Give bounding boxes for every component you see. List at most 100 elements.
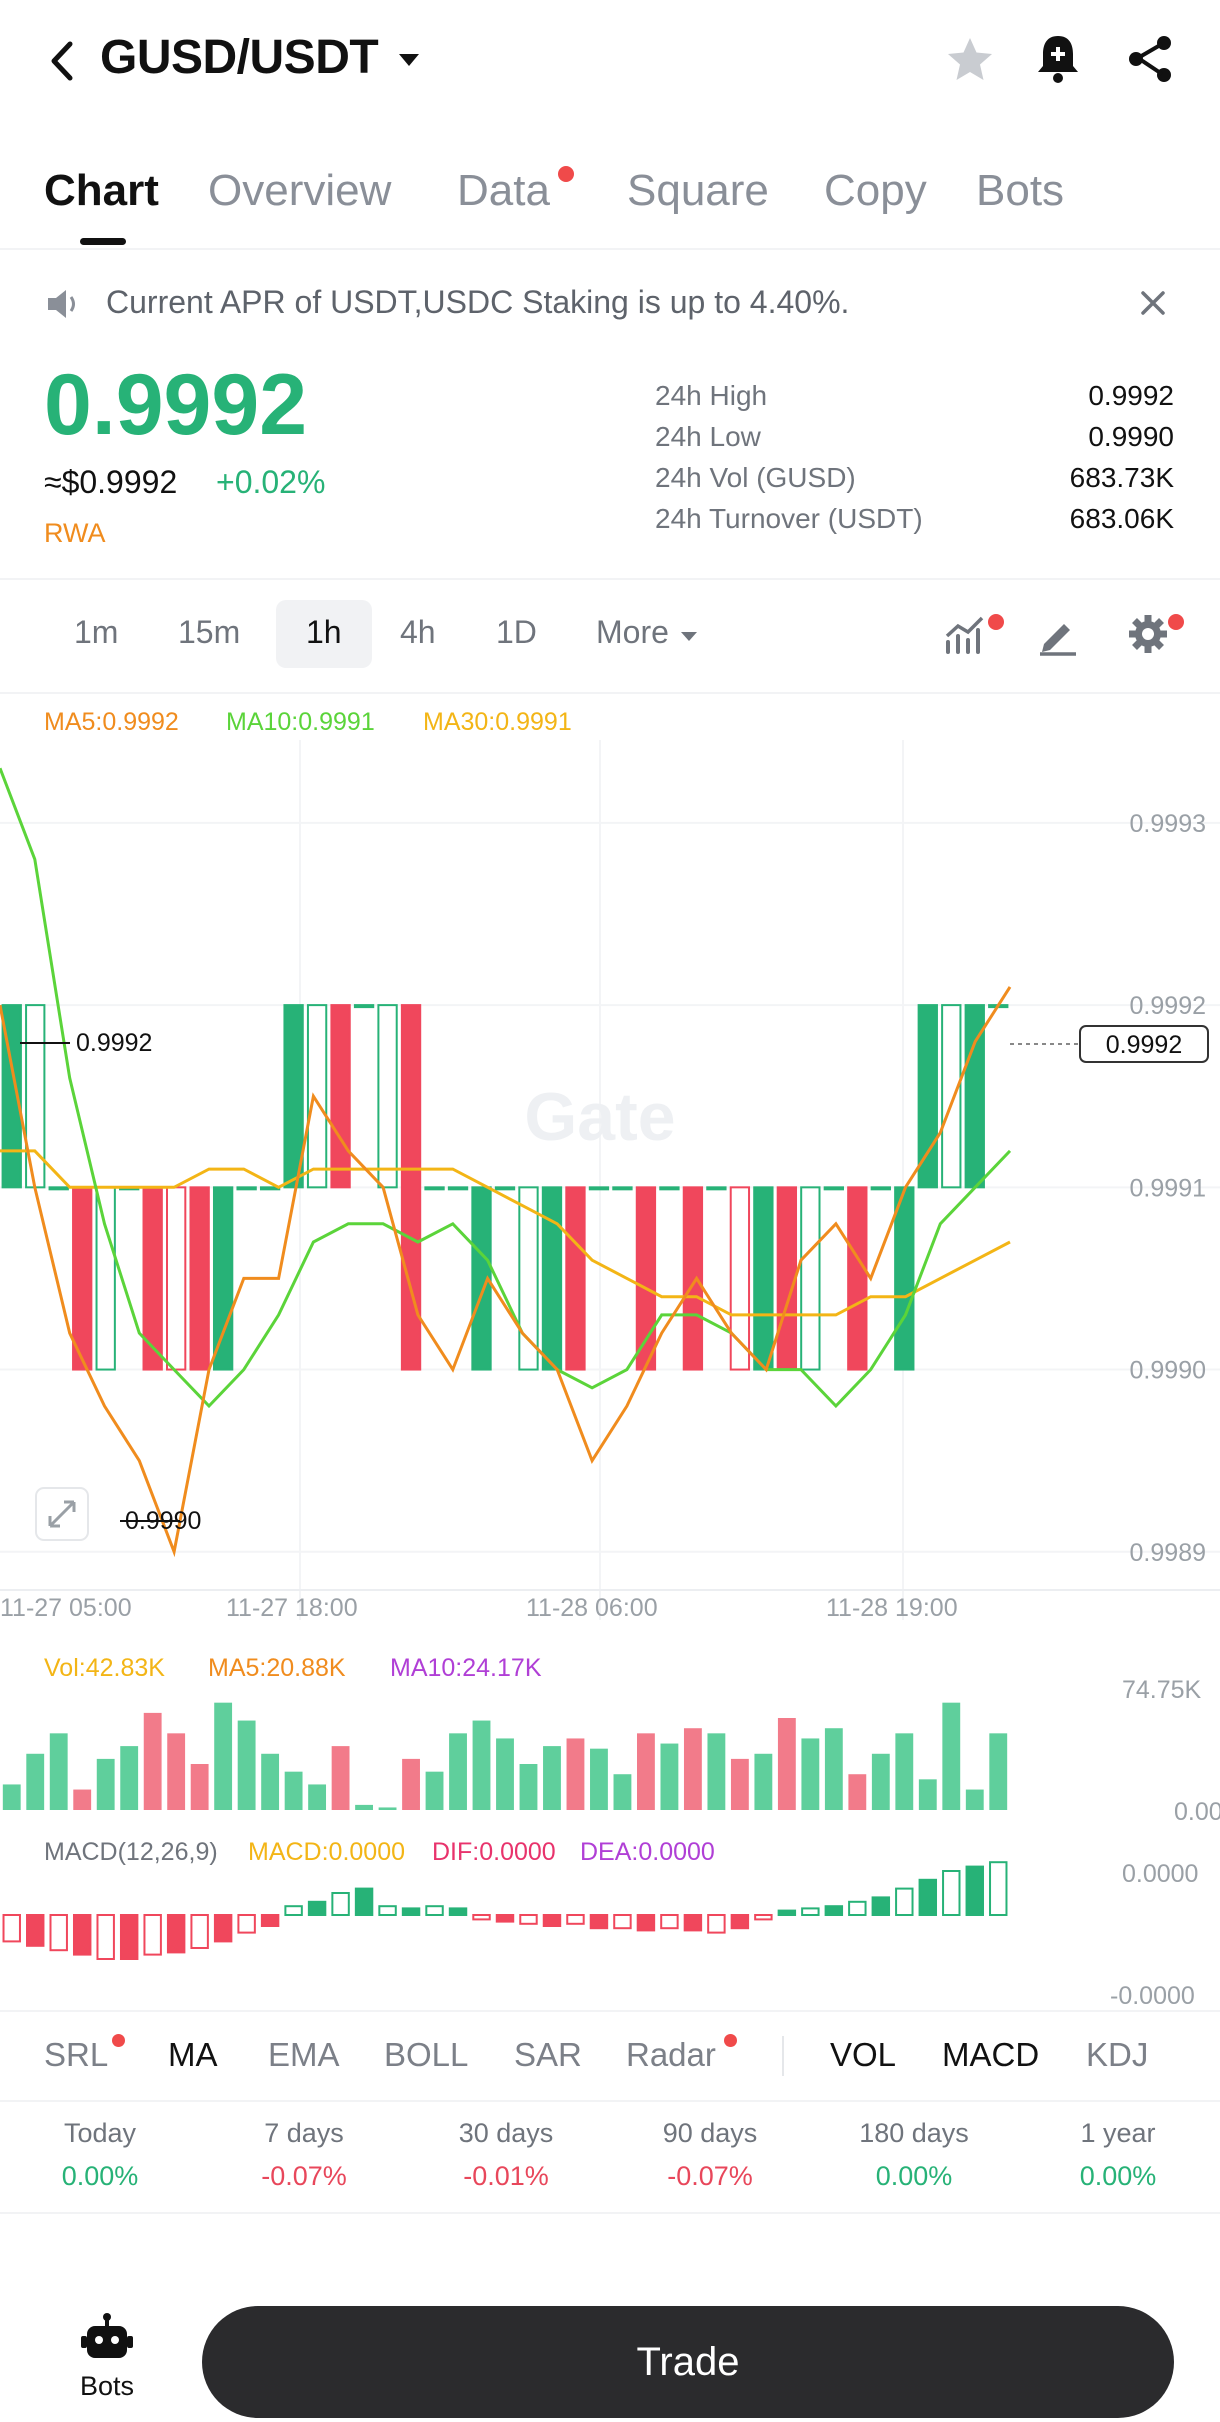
volume-bar (308, 1784, 327, 1810)
x-tick-label: 11-28 06:00 (526, 1594, 658, 1622)
high-marker: 0.9992 (76, 1029, 152, 1057)
candle (565, 1186, 586, 1371)
indicator-macd[interactable]: MACD (942, 2036, 1039, 2074)
candle (95, 1186, 116, 1371)
volume-bar (965, 1789, 984, 1810)
volume-bar (355, 1804, 373, 1810)
indicator-kdj[interactable]: KDJ (1086, 2036, 1148, 2074)
pencil-icon (1040, 624, 1076, 656)
ma5-legend: MA5:0.9992 (44, 708, 179, 736)
divider (0, 2212, 1220, 2214)
perf-value: -0.07% (667, 2161, 753, 2191)
volume-bar (449, 1733, 467, 1810)
macd-bar (119, 1914, 139, 1960)
macd-bar (96, 1914, 115, 1960)
volume-bar (895, 1733, 914, 1810)
indicator-srl[interactable]: SRL (44, 2036, 108, 2074)
timeframe-1m[interactable]: 1m (74, 614, 118, 651)
macd-value: MACD:0.0000 (248, 1838, 406, 1866)
tab-square[interactable]: Square (627, 166, 769, 216)
indicator-ema[interactable]: EMA (268, 2036, 340, 2074)
perf-7d: 7 days -0.07% (224, 2118, 384, 2192)
perf-value: -0.01% (463, 2161, 549, 2191)
fiat-price: ≈$0.9992 (44, 464, 178, 500)
macd-bar (354, 1887, 374, 1916)
gear-icon (1129, 615, 1167, 653)
perf-today: Today 0.00% (20, 2118, 180, 2192)
candle (306, 1004, 328, 1189)
share-button[interactable] (1126, 34, 1176, 89)
perf-90d: 90 days -0.07% (630, 2118, 790, 2192)
indicator-radar[interactable]: Radar (626, 2036, 716, 2074)
volume-bar (848, 1774, 867, 1810)
macd-bar (918, 1878, 938, 1917)
notice-bar[interactable]: Current APR of USDT,USDC Staking is up t… (0, 270, 1220, 340)
volume-bar (120, 1746, 139, 1810)
volume-bar (190, 1764, 209, 1810)
timeframe-1h[interactable]: 1h (276, 600, 372, 668)
indicators-button[interactable] (944, 612, 990, 661)
candle (706, 1186, 727, 1191)
tab-bots[interactable]: Bots (976, 166, 1064, 216)
more-label: More (596, 614, 669, 650)
srl-dot (112, 2034, 125, 2047)
close-icon[interactable] (1138, 288, 1168, 318)
volume-bar (519, 1764, 538, 1810)
volume-bar (402, 1758, 420, 1810)
macd-bar (213, 1914, 233, 1943)
macd-axis-top: 0.0000 (1122, 1860, 1199, 1888)
macd-bar (260, 1914, 280, 1927)
pair-title[interactable]: GUSD/USDT (100, 30, 423, 85)
candle (941, 1004, 962, 1189)
perf-label: 90 days (662, 2118, 758, 2148)
perf-value: 0.00% (1079, 2161, 1157, 2191)
volume-bar (96, 1758, 115, 1810)
tab-chart[interactable]: Chart (44, 166, 159, 216)
active-tab-underline (80, 238, 126, 245)
candle (870, 1186, 891, 1191)
perf-label: 180 days (859, 2118, 969, 2148)
divider (0, 578, 1220, 580)
macd-bar (613, 1914, 632, 1930)
rwa-tag: RWA (44, 518, 106, 548)
indicator-boll[interactable]: BOLL (384, 2036, 468, 2074)
macd-bar (49, 1914, 68, 1952)
price-chart[interactable]: Gate 0.9993 0.9992 0.9991 0.9990 0.9989 11-27… (0, 740, 1220, 2020)
stat-label: 24h Turnover (USDT) (655, 503, 923, 534)
indicator-ma[interactable]: MA (168, 2036, 218, 2074)
candle (377, 1004, 398, 1189)
volume-bar (214, 1702, 233, 1810)
ma10-legend: MA10:0.9991 (226, 708, 375, 736)
tab-overview[interactable]: Overview (208, 166, 391, 216)
volume-bar (871, 1753, 890, 1810)
volume-bar (989, 1733, 1008, 1810)
y-tick-label: 0.9993 (1130, 810, 1206, 838)
chart-watermark: Gate (524, 1079, 675, 1155)
volume-bar (543, 1746, 561, 1810)
bots-button[interactable]: Bots (60, 2312, 154, 2412)
alert-button[interactable] (1033, 32, 1083, 91)
perf-1y: 1 year 0.00% (1038, 2118, 1198, 2192)
back-button[interactable] (40, 34, 84, 88)
indicator-sar[interactable]: SAR (514, 2036, 582, 2074)
drawing-tool-button[interactable] (1036, 612, 1080, 661)
macd-bar (824, 1905, 844, 1916)
timeframe-4h[interactable]: 4h (400, 614, 436, 651)
tab-copy[interactable]: Copy (824, 166, 927, 216)
vol-ma10-legend: MA10:24.17K (390, 1654, 542, 1682)
macd-bar (284, 1905, 303, 1916)
indicator-vol[interactable]: VOL (830, 2036, 896, 2074)
trade-button[interactable]: Trade (202, 2306, 1174, 2418)
expand-chart-button[interactable] (35, 1487, 89, 1541)
price-change: +0.02% (216, 464, 326, 500)
timeframe-15m[interactable]: 15m (178, 614, 240, 651)
more-timeframes-button[interactable]: More (596, 614, 699, 651)
volume-bar (683, 1728, 702, 1810)
stat-label: 24h Vol (GUSD) (655, 462, 856, 493)
favorite-button[interactable] (944, 34, 996, 91)
perf-30d: 30 days -0.01% (426, 2118, 586, 2192)
candle (659, 1186, 680, 1191)
chart-settings-button[interactable] (1126, 612, 1170, 661)
timeframe-1d[interactable]: 1D (496, 614, 537, 651)
tab-data[interactable]: Data (457, 166, 550, 216)
